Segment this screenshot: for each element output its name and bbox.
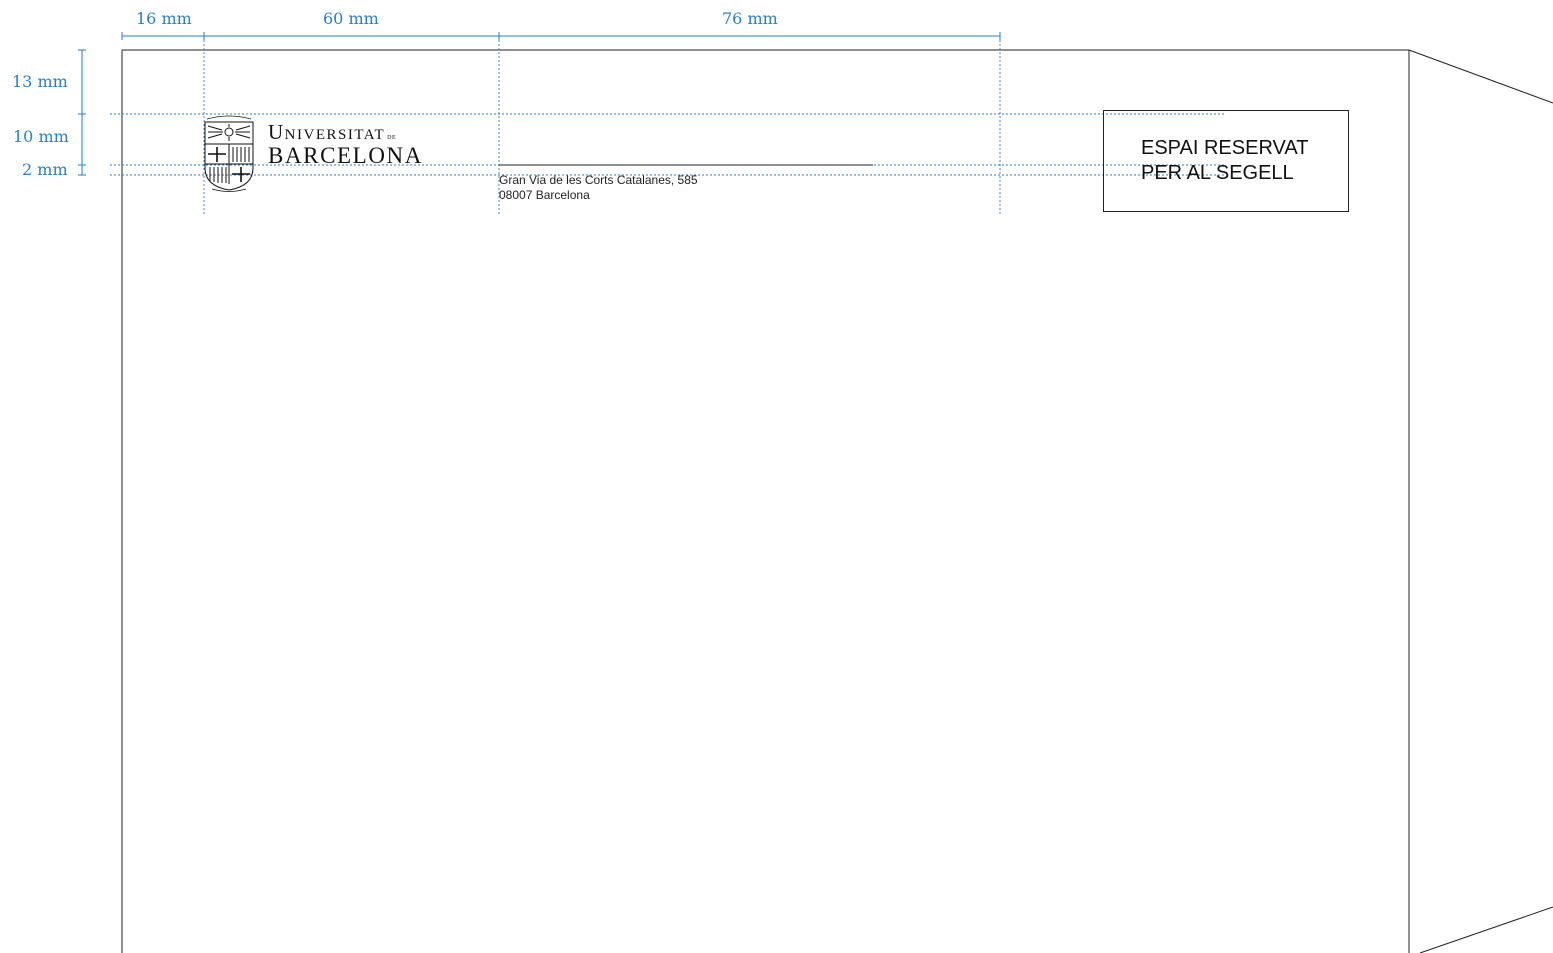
stamp-reserved-box: ESPAI RESERVAT PER AL SEGELL xyxy=(1103,110,1349,212)
dimension-label-left-margin: 16 mm xyxy=(136,9,192,28)
shield-motto-arc xyxy=(206,115,252,120)
address-street: Gran Via de les Corts Catalanes, 585 xyxy=(499,173,698,187)
dimension-label-logo-height: 10 mm xyxy=(13,127,69,146)
dimension-label-address-width: 76 mm xyxy=(722,9,778,28)
university-shield-icon xyxy=(204,115,254,192)
dimension-label-gap: 2 mm xyxy=(22,160,68,179)
shield-sun xyxy=(224,127,234,137)
shield-cross xyxy=(232,167,250,182)
horizontal-dimension xyxy=(121,32,1001,40)
dimension-label-top-margin: 13 mm xyxy=(12,72,68,91)
shield-bars xyxy=(232,147,250,162)
vertical-dimension xyxy=(78,49,86,176)
address-city: 08007 Barcelona xyxy=(499,188,590,202)
envelope-flap-bottom-edge xyxy=(1419,906,1553,953)
logo-wordmark-line1: Universitat de xyxy=(268,120,396,145)
logo-wordmark-line2: BARCELONA xyxy=(268,143,423,168)
envelope-flap-top-edge xyxy=(1408,49,1553,104)
shield-sun-rays xyxy=(207,124,251,141)
stamp-label-line2: PER AL SEGELL xyxy=(1141,162,1294,184)
dimension-label-logo-width: 60 mm xyxy=(323,9,379,28)
shield-cross xyxy=(208,147,226,162)
logo-wordmark-de: de xyxy=(387,131,397,141)
logo-wordmark-universitat: Universitat xyxy=(268,120,386,144)
stamp-label-line1: ESPAI RESERVAT xyxy=(1141,137,1309,159)
